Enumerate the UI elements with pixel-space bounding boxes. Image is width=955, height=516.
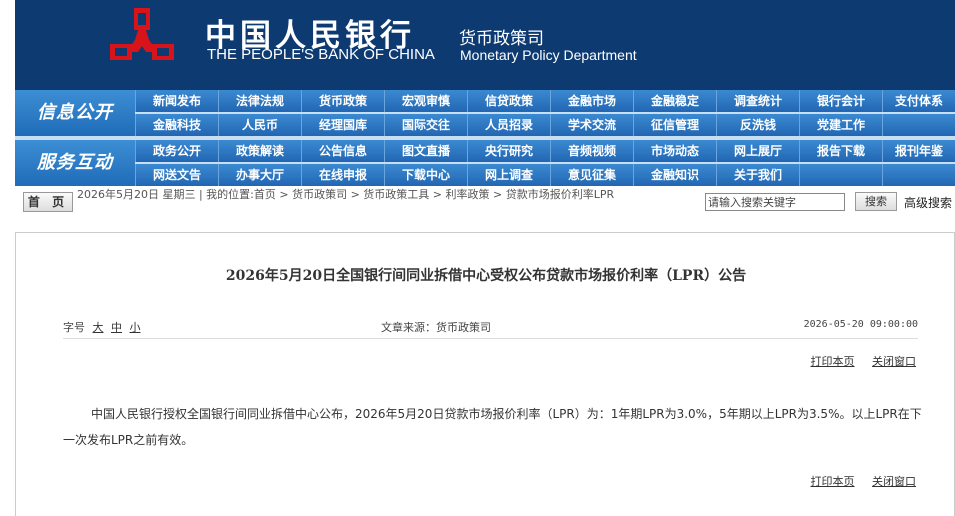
- nav-item[interactable]: 报刊年鉴: [882, 140, 955, 162]
- nav-item[interactable]: 征信管理: [633, 114, 716, 136]
- breadcrumb-bar: 首 页 2026年5月20日 星期三 | 我的位置:首页 > 货币政策司 > 货…: [15, 188, 955, 216]
- article-source: 文章来源：货币政策司: [381, 321, 491, 334]
- nav-section-info: 信息公开 新闻发布 法律法规 货币政策 宏观审慎 信贷政策 金融市场 金融稳定 …: [15, 90, 955, 136]
- close-window-link[interactable]: 关闭窗口: [872, 355, 916, 368]
- nav-item[interactable]: 金融市场: [550, 90, 633, 112]
- nav-item[interactable]: 人员招录: [467, 114, 550, 136]
- nav-item[interactable]: 政策解读: [218, 140, 301, 162]
- nav-item[interactable]: 网上展厅: [716, 140, 799, 162]
- article-meta: 字号 大 中 小 文章来源：货币政策司 2026-05-20 09:00:00: [63, 315, 918, 339]
- article-actions-top: 打印本页 关闭窗口: [797, 353, 917, 369]
- nav-item[interactable]: 法律法规: [218, 90, 301, 112]
- nav-item[interactable]: 网上调查: [467, 164, 550, 186]
- pboc-logo-icon: [110, 8, 174, 60]
- main-nav: 信息公开 新闻发布 法律法规 货币政策 宏观审慎 信贷政策 金融市场 金融稳定 …: [15, 90, 955, 186]
- nav-item-empty: [799, 164, 882, 186]
- font-size-large-link[interactable]: 大: [93, 321, 104, 334]
- nav-item[interactable]: 市场动态: [633, 140, 716, 162]
- font-size-medium-link[interactable]: 中: [111, 321, 122, 334]
- nav-item[interactable]: 调查统计: [716, 90, 799, 112]
- nav-section-service: 服务互动 政务公开 政策解读 公告信息 图文直播 央行研究 音频视频 市场动态 …: [15, 140, 955, 186]
- nav-item[interactable]: 新闻发布: [135, 90, 218, 112]
- nav-item[interactable]: 金融稳定: [633, 90, 716, 112]
- nav-item[interactable]: 报告下载: [799, 140, 882, 162]
- print-link[interactable]: 打印本页: [811, 475, 855, 488]
- nav-item[interactable]: 党建工作: [799, 114, 882, 136]
- nav-item[interactable]: 信贷政策: [467, 90, 550, 112]
- breadcrumb: 2026年5月20日 星期三 | 我的位置:首页 > 货币政策司 > 货币政策工…: [77, 188, 615, 201]
- nav-item[interactable]: 办事大厅: [218, 164, 301, 186]
- nav-item[interactable]: 音频视频: [550, 140, 633, 162]
- nav-item[interactable]: 政务公开: [135, 140, 218, 162]
- nav-section-title-info: 信息公开: [15, 90, 135, 136]
- nav-item[interactable]: 宏观审慎: [384, 90, 467, 112]
- nav-item[interactable]: 图文直播: [384, 140, 467, 162]
- nav-item[interactable]: 关于我们: [716, 164, 799, 186]
- article-panel: 2026年5月20日全国银行间同业拆借中心受权公布贷款市场报价利率（LPR）公告…: [15, 232, 955, 516]
- home-button[interactable]: 首 页: [23, 192, 73, 212]
- nav-item[interactable]: 反洗钱: [716, 114, 799, 136]
- article-actions-bottom: 打印本页 关闭窗口: [797, 473, 917, 489]
- search-input[interactable]: [705, 193, 845, 211]
- close-window-link[interactable]: 关闭窗口: [872, 475, 916, 488]
- nav-item[interactable]: 银行会计: [799, 90, 882, 112]
- font-size-control: 字号 大 中 小: [63, 319, 141, 335]
- dept-name-cn: 货币政策司: [459, 29, 544, 49]
- font-size-label: 字号: [63, 321, 85, 334]
- nav-item[interactable]: 央行研究: [467, 140, 550, 162]
- nav-item[interactable]: 学术交流: [550, 114, 633, 136]
- search-button[interactable]: 搜索: [855, 192, 897, 211]
- print-link[interactable]: 打印本页: [811, 355, 855, 368]
- nav-item[interactable]: 人民币: [218, 114, 301, 136]
- site-header: 中国人民银行 THE PEOPLE'S BANK OF CHINA 货币政策司 …: [15, 0, 955, 90]
- nav-item[interactable]: 金融知识: [633, 164, 716, 186]
- nav-item-empty: [882, 164, 955, 186]
- article-title: 2026年5月20日全国银行间同业拆借中心受权公布贷款市场报价利率（LPR）公告: [225, 268, 747, 284]
- nav-item[interactable]: 公告信息: [301, 140, 384, 162]
- bank-name-en: THE PEOPLE'S BANK OF CHINA: [207, 46, 435, 63]
- nav-item[interactable]: 网送文告: [135, 164, 218, 186]
- nav-item[interactable]: 国际交往: [384, 114, 467, 136]
- nav-item[interactable]: 货币政策: [301, 90, 384, 112]
- font-size-small-link[interactable]: 小: [130, 321, 141, 334]
- advanced-search-link[interactable]: 高级搜索: [904, 194, 952, 211]
- dept-name-en: Monetary Policy Department: [460, 47, 637, 63]
- nav-item-empty: [882, 114, 955, 136]
- nav-item[interactable]: 支付体系: [882, 90, 955, 112]
- nav-item[interactable]: 意见征集: [550, 164, 633, 186]
- nav-item[interactable]: 经理国库: [301, 114, 384, 136]
- nav-item[interactable]: 下载中心: [384, 164, 467, 186]
- article-body: 中国人民银行授权全国银行间同业拆借中心公布，2026年5月20日贷款市场报价利率…: [63, 407, 922, 447]
- nav-item[interactable]: 金融科技: [135, 114, 218, 136]
- nav-section-title-service: 服务互动: [15, 140, 135, 186]
- nav-item[interactable]: 在线申报: [301, 164, 384, 186]
- article-date: 2026-05-20 09:00:00: [803, 319, 918, 330]
